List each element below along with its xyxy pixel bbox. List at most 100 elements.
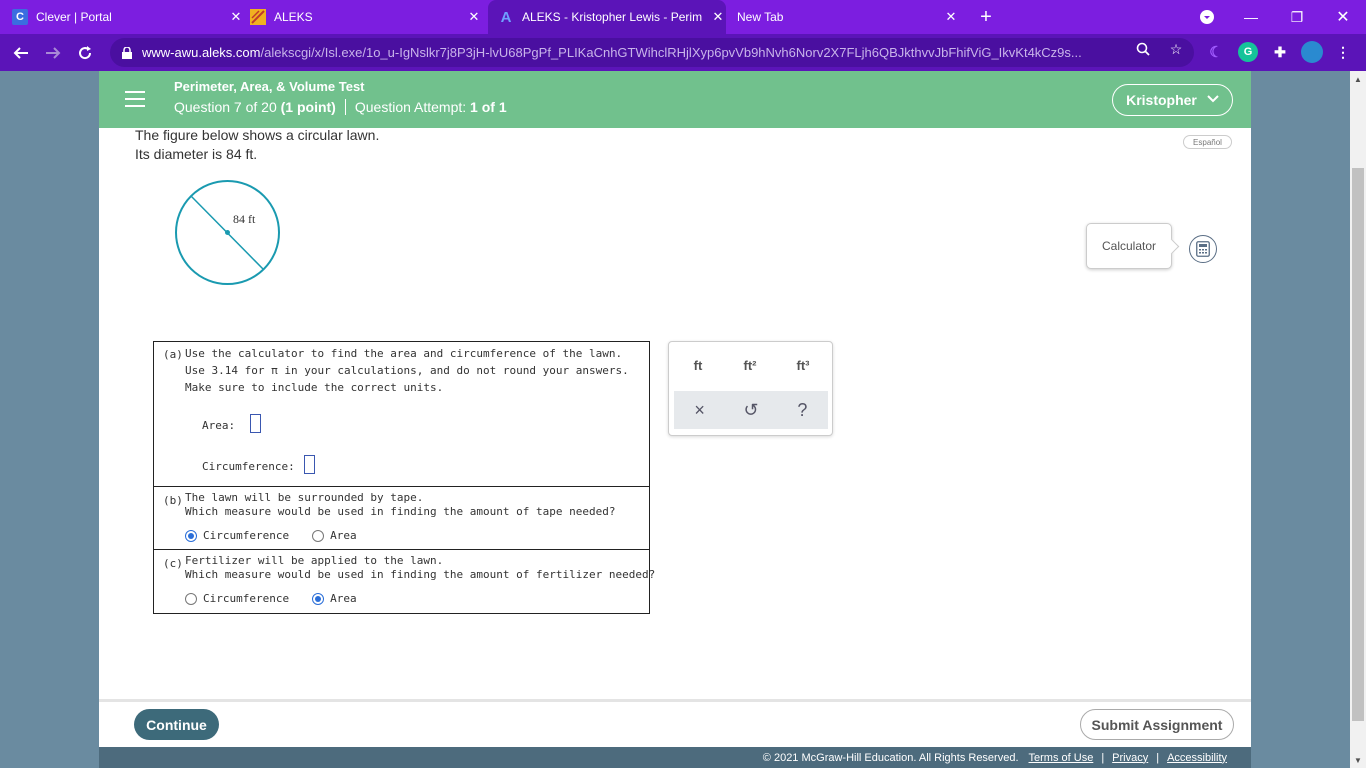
area-input[interactable] bbox=[250, 414, 261, 433]
clear-x-icon[interactable]: × bbox=[674, 391, 725, 429]
scroll-up-arrow-icon[interactable]: ▲ bbox=[1350, 71, 1366, 87]
option-circumference[interactable]: Circumference bbox=[185, 529, 289, 542]
tab-new-tab[interactable]: New Tab ✕ bbox=[737, 0, 959, 34]
footer-divider bbox=[99, 699, 1251, 702]
instruction-line: Which measure would be used in finding t… bbox=[185, 505, 616, 518]
close-window-icon[interactable]: ✕ bbox=[1320, 0, 1366, 34]
option-label: Circumference bbox=[203, 529, 290, 542]
prompt-line: The figure below shows a circular lawn. bbox=[135, 127, 380, 143]
circumference-label: Circumference: bbox=[202, 460, 295, 473]
calculator-icon[interactable] bbox=[1189, 235, 1217, 263]
bookmark-star-icon[interactable]: ☆ bbox=[1168, 41, 1184, 57]
option-label: Circumference bbox=[203, 592, 290, 605]
address-bar[interactable]: www-awu.aleks.com/alekscgi/x/Isl.exe/1o_… bbox=[110, 38, 1194, 67]
close-tab-icon[interactable]: ✕ bbox=[228, 9, 244, 25]
copyright-bar: © 2021 McGraw-Hill Education. All Rights… bbox=[99, 747, 1251, 768]
browser-tab-bar: C Clever | Portal ✕ ALEKS ✕ A ALEKS - Kr… bbox=[0, 0, 1366, 34]
option-circumference[interactable]: Circumference bbox=[185, 592, 289, 605]
restore-icon[interactable]: ❐ bbox=[1274, 0, 1320, 34]
new-tab-plus-icon[interactable]: + bbox=[964, 0, 1008, 34]
minimize-icon[interactable]: — bbox=[1228, 0, 1274, 34]
close-tab-icon[interactable]: ✕ bbox=[710, 9, 726, 25]
copyright-text: © 2021 McGraw-Hill Education. All Rights… bbox=[762, 751, 1019, 764]
area-label: Area: bbox=[202, 419, 236, 432]
part-a: (a) Use the calculator to find the area … bbox=[154, 342, 649, 487]
part-b: (b) The lawn will be surrounded by tape.… bbox=[154, 487, 649, 550]
tab-title: ALEKS bbox=[274, 10, 313, 24]
prompt-line: Its diameter is 84 ft. bbox=[135, 146, 258, 162]
espanol-button[interactable]: Español bbox=[1183, 135, 1232, 149]
zoom-icon[interactable] bbox=[1135, 41, 1151, 57]
privacy-link[interactable]: Privacy bbox=[1112, 752, 1148, 764]
part-label: (c) bbox=[163, 557, 183, 570]
test-title: Perimeter, Area, & Volume Test bbox=[174, 79, 365, 94]
radio-button[interactable] bbox=[312, 529, 325, 542]
part-b-instructions: The lawn will be surrounded by tape. Whi… bbox=[185, 491, 615, 519]
attempt-label: Question Attempt: bbox=[354, 99, 467, 115]
circumference-input[interactable] bbox=[304, 455, 315, 474]
help-question-icon[interactable]: ? bbox=[777, 391, 828, 429]
option-area[interactable]: Area bbox=[312, 592, 357, 605]
forward-arrow-icon[interactable] bbox=[40, 40, 66, 66]
instruction-line: Which measure would be used in finding t… bbox=[185, 568, 656, 581]
grammarly-extension-icon[interactable]: G bbox=[1238, 42, 1258, 62]
instruction-line: The lawn will be surrounded by tape. bbox=[185, 491, 424, 504]
unit-palette: ft ft² ft³ × ↺ ? bbox=[668, 341, 833, 436]
url-text: www-awu.aleks.com/alekscgi/x/Isl.exe/1o_… bbox=[142, 45, 1082, 60]
clever-favicon-icon: C bbox=[12, 9, 28, 25]
instruction-line: Fertilizer will be applied to the lawn. bbox=[185, 554, 444, 567]
scrollbar-thumb[interactable] bbox=[1352, 168, 1364, 721]
tab-title: ALEKS - Kristopher Lewis - Perim bbox=[522, 10, 703, 24]
terms-link[interactable]: Terms of Use bbox=[1029, 752, 1094, 764]
radio-button-selected[interactable] bbox=[185, 529, 197, 542]
part-label: (b) bbox=[163, 494, 183, 507]
option-area[interactable]: Area bbox=[312, 529, 357, 542]
submit-assignment-button[interactable]: Submit Assignment bbox=[1080, 709, 1234, 740]
lock-icon bbox=[120, 46, 134, 60]
undo-icon[interactable]: ↺ bbox=[725, 391, 776, 429]
question-number: Question 7 of 20 bbox=[174, 99, 277, 115]
tab-aleks-test[interactable]: A ALEKS - Kristopher Lewis - Perim ✕ bbox=[488, 0, 726, 34]
instruction-line: Make sure to include the correct units. bbox=[185, 381, 444, 394]
close-tab-icon[interactable]: ✕ bbox=[943, 9, 959, 25]
reload-icon[interactable] bbox=[72, 40, 98, 66]
calculator-label: Calculator bbox=[1101, 239, 1157, 253]
user-name: Kristopher bbox=[1126, 92, 1197, 108]
unit-ft3-button[interactable]: ft³ bbox=[783, 358, 823, 373]
menu-hamburger-icon[interactable] bbox=[125, 91, 145, 107]
question-points: (1 point) bbox=[280, 99, 336, 115]
browser-menu-icon[interactable]: ⋮ bbox=[1333, 42, 1353, 62]
circle-figure bbox=[175, 180, 280, 285]
close-tab-icon[interactable]: ✕ bbox=[466, 9, 482, 25]
unit-ft2-button[interactable]: ft² bbox=[730, 358, 770, 373]
accessibility-link[interactable]: Accessibility bbox=[1167, 752, 1227, 764]
continue-button[interactable]: Continue bbox=[134, 709, 219, 740]
profile-avatar[interactable] bbox=[1301, 41, 1323, 63]
back-arrow-icon[interactable] bbox=[8, 40, 34, 66]
radio-button-selected[interactable] bbox=[312, 592, 325, 605]
part-c-options: Circumference Area bbox=[185, 592, 380, 605]
part-c-instructions: Fertilizer will be applied to the lawn. … bbox=[185, 554, 655, 582]
part-label: (a) bbox=[163, 348, 183, 361]
aleks-favicon-icon bbox=[250, 9, 266, 25]
diameter-label: 84 ft bbox=[233, 212, 256, 226]
test-header: Perimeter, Area, & Volume Test Question … bbox=[99, 71, 1251, 128]
question-box: (a) Use the calculator to find the area … bbox=[153, 341, 655, 614]
radio-button[interactable] bbox=[185, 592, 197, 605]
tab-title: New Tab bbox=[737, 10, 784, 24]
extensions-puzzle-icon[interactable]: ✚ bbox=[1270, 42, 1290, 62]
chevron-down-icon bbox=[1207, 94, 1219, 106]
tab-clever[interactable]: C Clever | Portal ✕ bbox=[12, 0, 244, 34]
moon-extension-icon[interactable]: ☾ bbox=[1206, 42, 1226, 62]
problem-prompt: The figure below shows a circular lawn. … bbox=[135, 126, 379, 164]
unit-ft-button[interactable]: ft bbox=[678, 358, 718, 373]
instruction-line: Use 3.14 for π in your calculations, and… bbox=[185, 364, 629, 377]
tab-aleks[interactable]: ALEKS ✕ bbox=[250, 0, 482, 34]
scroll-down-arrow-icon[interactable]: ▼ bbox=[1350, 752, 1366, 768]
user-menu-button[interactable]: Kristopher bbox=[1112, 84, 1233, 116]
aleks-page: Perimeter, Area, & Volume Test Question … bbox=[99, 71, 1251, 768]
palette-tools: × ↺ ? bbox=[674, 391, 828, 429]
part-c: (c) Fertilizer will be applied to the la… bbox=[154, 550, 655, 613]
tab-search-icon[interactable] bbox=[1184, 0, 1230, 34]
part-b-options: Circumference Area bbox=[185, 529, 380, 542]
